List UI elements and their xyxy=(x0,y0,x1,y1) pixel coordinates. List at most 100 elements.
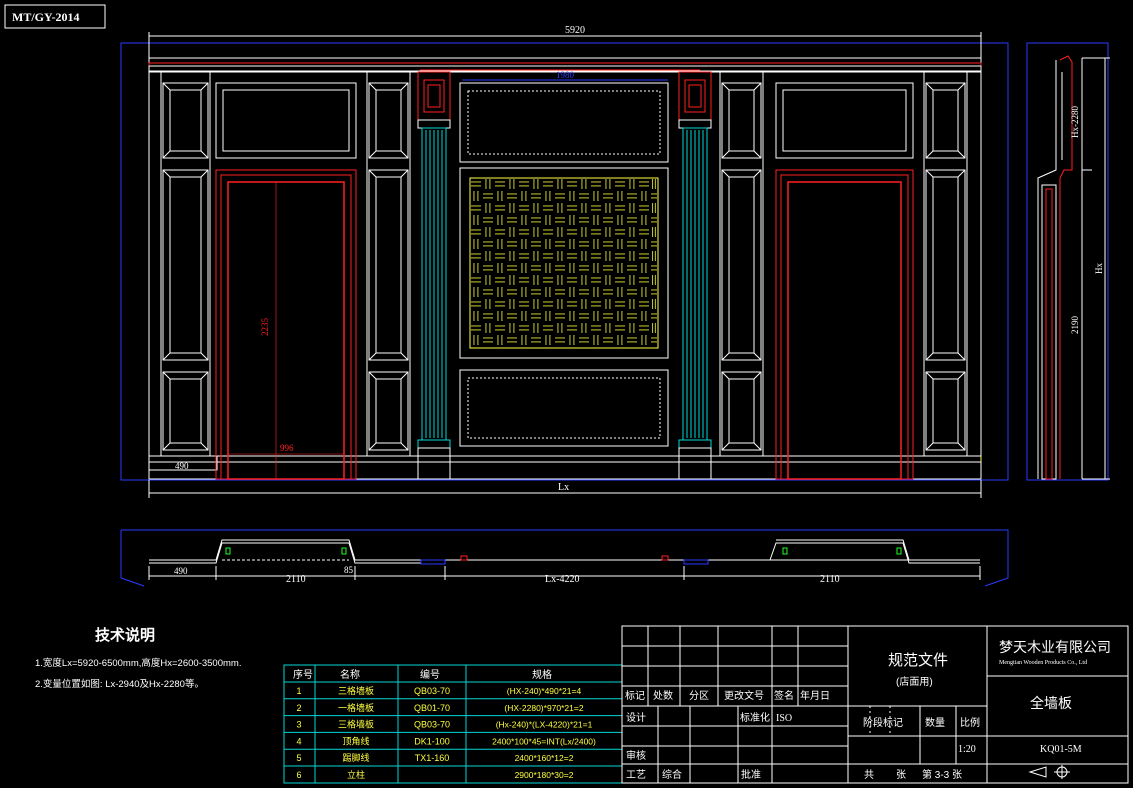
panel-middle xyxy=(721,169,762,361)
bom-cell: (HX-240)*490*21=4 xyxy=(507,686,582,696)
bom-cell: DK1-100 xyxy=(414,736,450,746)
panel-middle xyxy=(162,169,209,361)
tb-label-gengai: 更改文号 xyxy=(724,689,764,702)
column xyxy=(417,71,451,480)
bom-cell: 踢脚线 xyxy=(342,752,369,763)
left-door: 2235 996 xyxy=(215,169,357,480)
bom-cell: (HX-2280)*970*21=2 xyxy=(504,703,583,713)
stile-frame xyxy=(923,71,968,457)
bom-cell: TX1-160 xyxy=(415,753,450,763)
bom-cell: 4 xyxy=(296,736,301,746)
lattice-pattern xyxy=(471,179,657,345)
panel-top xyxy=(721,82,762,159)
drawing-number: KQ01-5M xyxy=(1040,744,1082,755)
tb-label-shuliang: 数量 xyxy=(925,716,945,729)
tb-label-jieduan: 阶段标记 xyxy=(863,716,903,729)
top-dimension: 5920 xyxy=(148,25,982,58)
panel-top xyxy=(162,82,209,159)
sheet-zhang: 张 xyxy=(896,769,906,781)
wall-outline xyxy=(148,71,982,457)
bom-header-spec: 规格 xyxy=(532,668,552,681)
bom-cell: 2 xyxy=(296,703,301,713)
bom-cell: 2900*180*30=2 xyxy=(515,770,574,780)
panel-bottom xyxy=(925,371,966,451)
bom-cell: QB01-70 xyxy=(414,703,450,713)
projection-symbol-icon xyxy=(1028,765,1070,779)
dim-section-lower: 2190 xyxy=(1070,316,1080,335)
panel-top xyxy=(925,82,966,159)
bom-table: 1 三格墙板 QB03-70 (HX-240)*490*21=4 2 一格墙板 QB01-7… xyxy=(283,664,623,784)
bom-cell: 2400*160*12=2 xyxy=(515,753,574,763)
stile-frame xyxy=(719,71,764,457)
spec-title: 规范文件 xyxy=(888,652,948,669)
technical-notes: 技术说明 1.宽度Lx=5920-6500mm,高度Hx=2600-3500mm… xyxy=(35,626,241,690)
company-name-en: Mengtian Wooden Products Co., Ltd xyxy=(999,660,1087,666)
notes-title: 技术说明 xyxy=(95,626,155,644)
dim-plan-small: 85 xyxy=(344,565,354,575)
bom-cell: 顶角线 xyxy=(342,735,369,746)
tb-label-chushu: 处数 xyxy=(653,689,673,702)
cad-drawing: MT/GY-2014 5920 490 2235 996 1980 Hx-228… xyxy=(4,4,1129,784)
side-section: Hx-2280 Hx 2190 xyxy=(1026,42,1110,481)
right-door xyxy=(775,169,914,480)
stile-frame xyxy=(366,71,411,457)
dim-base-left: 490 xyxy=(175,461,189,471)
sheet-number: 第 3-3 张 xyxy=(922,768,962,781)
bom-cell: 立柱 xyxy=(347,769,365,780)
bom-cell: 2400*100*45=INT(Lx/2400) xyxy=(492,736,596,746)
notes-line-1: 1.宽度Lx=5920-6500mm,高度Hx=2600-3500mm. xyxy=(35,657,241,669)
dim-total-width: 5920 xyxy=(565,25,585,36)
panel-middle xyxy=(368,169,409,361)
bom-cell: QB03-70 xyxy=(414,720,450,730)
panel-above-door xyxy=(775,82,914,159)
panel-bottom xyxy=(162,371,209,451)
notes-line-2: 2.变量位置如图: Lx-2940及Hx-2280等。 xyxy=(35,678,204,690)
bom-header-no: 序号 xyxy=(293,668,313,681)
baseboard: 490 xyxy=(148,455,982,480)
dim-plan-seg2: 2110 xyxy=(820,574,840,585)
bom-cell: (Hx-240)*(LX-4220)*21=1 xyxy=(496,720,593,730)
dim-plan-left: 490 xyxy=(174,566,188,576)
overall-dimension: Lx xyxy=(148,480,982,498)
bom-cell: 5 xyxy=(296,753,301,763)
panel-above-door-inner xyxy=(222,89,350,152)
dim-section-height: Hx-2280 xyxy=(1070,106,1080,138)
elevation-frame xyxy=(120,42,1009,481)
bom-cell: 三格墙板 xyxy=(338,685,374,696)
center-lattice: 1980 xyxy=(459,70,669,447)
spec-subtitle: (店面用) xyxy=(896,675,933,688)
columns xyxy=(417,71,712,480)
tb-label-nianyueri: 年月日 xyxy=(800,689,830,702)
tb-label-zonghe: 综合 xyxy=(662,768,682,781)
sheet-gong: 共 xyxy=(864,769,874,781)
drawing-name: 全墙板 xyxy=(1030,695,1072,711)
drawing-code-frame: MT/GY-2014 xyxy=(4,4,106,29)
dim-top-center: 1980 xyxy=(556,70,575,80)
tb-label-biaozhunhua: 标准化 xyxy=(740,711,770,724)
panel-top xyxy=(368,82,409,159)
title-block: 标记 处数 分区 更改文号 签名 年月日 设计 标准化 ISO 审核 工艺 综合… xyxy=(621,625,1129,784)
bom-cell: 6 xyxy=(296,770,301,780)
dim-plan-mid: Lx-4220 xyxy=(545,574,579,585)
bom-cell: 3 xyxy=(296,720,301,730)
tb-label-gongyi: 工艺 xyxy=(626,769,646,781)
panel-middle xyxy=(925,169,966,361)
scale-value: 1:20 xyxy=(958,744,976,755)
tb-label-sheji: 设计 xyxy=(626,711,646,724)
stile-frame xyxy=(160,71,211,457)
tb-label-qianming: 签名 xyxy=(774,689,794,702)
dim-door-height: 2235 xyxy=(260,318,270,337)
panel-above-door xyxy=(215,82,357,159)
column xyxy=(678,71,712,480)
wall-panels xyxy=(148,71,982,457)
panel-bottom xyxy=(368,371,409,451)
panel-bottom xyxy=(721,371,762,451)
dim-door-width: 996 xyxy=(280,443,294,453)
bom-cell: 1 xyxy=(296,686,301,696)
plan-view: 490 2110 85 Lx-4220 2110 xyxy=(120,529,1009,587)
dim-plan-seg1: 2110 xyxy=(286,574,306,585)
tb-label-fenqu: 分区 xyxy=(689,690,709,702)
bom-rows: 1 三格墙板 QB03-70 (HX-240)*490*21=4 2 一格墙板 QB01-7… xyxy=(284,681,622,780)
tb-label-pizhun: 批准 xyxy=(741,768,761,781)
tb-label-biaoji: 标记 xyxy=(625,690,645,702)
